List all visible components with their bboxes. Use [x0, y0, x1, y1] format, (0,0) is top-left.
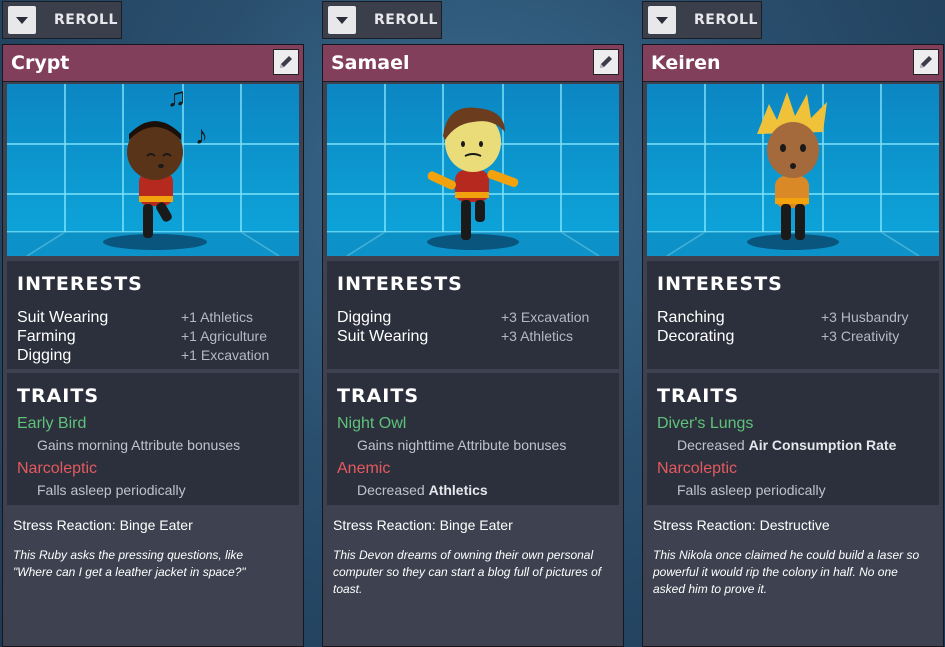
interest-bonus: +3 Athletics [501, 328, 573, 344]
trait-description: Falls asleep periodically [37, 482, 186, 498]
traits-heading: TRAITS [17, 385, 100, 407]
duplicant-bio: This Ruby asks the pressing questions, l… [13, 548, 246, 579]
svg-text:♫: ♫ [167, 84, 187, 112]
interest-row: Digging +3 Excavation [337, 309, 607, 328]
duplicant-bio: This Devon dreams of owning their own pe… [333, 548, 602, 596]
duplicant-card: Samael INTERESTS Digging +3 Excavation S… [322, 44, 624, 647]
duplicant-portrait [327, 84, 619, 256]
interest-bonus: +1 Athletics [181, 309, 253, 325]
trait-description: Gains nighttime Attribute bonuses [357, 437, 567, 453]
interest-name: Suit Wearing [17, 309, 109, 326]
duplicant-column-2: REROLL Samael INTERESTS Digging +3 Excav… [322, 0, 624, 647]
traits-section: TRAITS Diver's Lungs Decreased Air Consu… [647, 373, 939, 505]
interest-name: Ranching [657, 309, 725, 326]
interest-row: Farming +1 Agriculture [17, 328, 287, 347]
trait-name: Night Owl [337, 415, 407, 432]
traits-heading: TRAITS [337, 385, 420, 407]
interest-bonus: +3 Excavation [501, 309, 590, 325]
traits-section: TRAITS Night Owl Gains nighttime Attribu… [327, 373, 619, 505]
card-title-bar: Samael [323, 45, 623, 82]
reroll-label: REROLL [374, 12, 438, 28]
pencil-icon[interactable] [913, 49, 939, 75]
duplicant-name[interactable]: Samael [331, 52, 410, 74]
interests-section: INTERESTS Digging +3 Excavation Suit Wea… [327, 261, 619, 369]
interest-bonus: +3 Husbandry [821, 309, 909, 325]
trait-description: Falls asleep periodically [677, 482, 826, 498]
interest-row: Ranching +3 Husbandry [657, 309, 927, 328]
interest-row: Digging +1 Excavation [17, 347, 287, 366]
card-title-bar: Keiren [643, 45, 943, 82]
trait-description: Gains morning Attribute bonuses [37, 437, 241, 453]
chevron-down-icon[interactable] [328, 6, 356, 34]
interest-name: Digging [17, 347, 72, 364]
duplicant-name[interactable]: Crypt [11, 52, 69, 74]
pencil-icon[interactable] [593, 49, 619, 75]
trait-description: Decreased Air Consumption Rate [677, 437, 897, 453]
duplicant-name[interactable]: Keiren [651, 52, 721, 74]
svg-text:♪: ♪ [195, 120, 208, 150]
stress-reaction: Stress Reaction: Binge Eater [13, 517, 193, 533]
duplicant-portrait: ♫ ♪ [7, 84, 299, 256]
interest-name: Decorating [657, 328, 735, 345]
traits-heading: TRAITS [657, 385, 740, 407]
trait-name: Anemic [337, 460, 391, 477]
duplicant-bio: This Nikola once claimed he could build … [653, 548, 920, 596]
interest-name: Suit Wearing [337, 328, 429, 345]
trait-name: Narcoleptic [17, 460, 98, 477]
trait-name: Early Bird [17, 415, 87, 432]
interest-name: Farming [17, 328, 76, 345]
stress-reaction: Stress Reaction: Destructive [653, 517, 830, 533]
duplicant-portrait [647, 84, 939, 256]
interests-section: INTERESTS Ranching +3 Husbandry Decorati… [647, 261, 939, 369]
duplicant-card: Crypt ♫ ♪ INTERESTS Suit Wearing +1 Athl… [2, 44, 304, 647]
reroll-button[interactable]: REROLL [642, 1, 762, 39]
duplicant-column-1: REROLL Crypt ♫ ♪ INTERESTS Suit Wearing … [2, 0, 304, 647]
interest-bonus: +1 Agriculture [181, 328, 267, 344]
duplicant-card: Keiren INTERESTS Ranching +3 Husbandry D… [642, 44, 944, 647]
interest-row: Suit Wearing +3 Athletics [337, 328, 607, 347]
trait-name: Narcoleptic [657, 460, 738, 477]
interests-heading: INTERESTS [17, 273, 143, 295]
card-title-bar: Crypt [3, 45, 303, 82]
chevron-down-icon[interactable] [8, 6, 36, 34]
interest-row: Suit Wearing +1 Athletics [17, 309, 287, 328]
interests-section: INTERESTS Suit Wearing +1 Athletics Farm… [7, 261, 299, 369]
reroll-label: REROLL [694, 12, 758, 28]
duplicant-column-3: REROLL Keiren INTERESTS Ranching +3 Husb… [642, 0, 944, 647]
interests-heading: INTERESTS [657, 273, 783, 295]
reroll-label: REROLL [54, 12, 118, 28]
interest-bonus: +3 Creativity [821, 328, 900, 344]
trait-description: Decreased Athletics [357, 482, 488, 498]
trait-name: Diver's Lungs [657, 415, 754, 432]
interests-heading: INTERESTS [337, 273, 463, 295]
interest-bonus: +1 Excavation [181, 347, 270, 363]
stress-reaction: Stress Reaction: Binge Eater [333, 517, 513, 533]
traits-section: TRAITS Early Bird Gains morning Attribut… [7, 373, 299, 505]
chevron-down-icon[interactable] [648, 6, 676, 34]
interest-name: Digging [337, 309, 392, 326]
reroll-button[interactable]: REROLL [2, 1, 122, 39]
reroll-button[interactable]: REROLL [322, 1, 442, 39]
pencil-icon[interactable] [273, 49, 299, 75]
interest-row: Decorating +3 Creativity [657, 328, 927, 347]
